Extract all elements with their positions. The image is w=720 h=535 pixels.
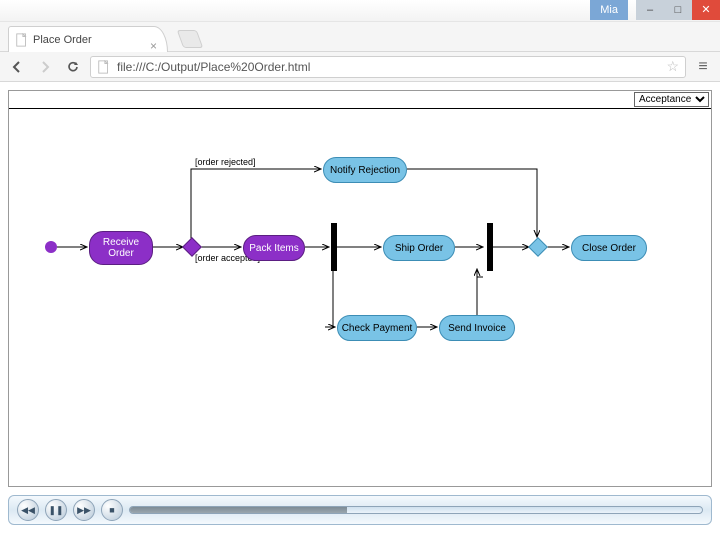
forward-button[interactable] — [34, 56, 56, 78]
page-frame: Acceptance — [8, 90, 712, 487]
arrow-right-icon — [38, 60, 52, 74]
rewind-button[interactable]: ◀◀ — [17, 499, 39, 521]
browser-menu-button[interactable]: ≡ — [692, 56, 714, 78]
browser-tab[interactable]: Place Order × — [8, 26, 168, 52]
node-receive-order[interactable]: Receive Order — [89, 231, 153, 265]
diagram-canvas: [order rejected] [order accepted] Receiv… — [9, 109, 711, 486]
progress-fill — [130, 507, 347, 513]
node-check-payment[interactable]: Check Payment — [337, 315, 417, 341]
diagram-header: Acceptance — [9, 91, 711, 109]
tab-strip: Place Order × — [0, 22, 720, 52]
bookmark-star-icon[interactable]: ☆ — [666, 58, 679, 75]
window-close-button[interactable]: ✕ — [692, 0, 720, 20]
fork-bar — [331, 223, 337, 271]
playback-bar: ◀◀ ❚❚ ▶▶ ■ — [8, 495, 712, 525]
url-input[interactable]: file:///C:/Output/Place%20Order.html ☆ — [90, 56, 686, 78]
pause-button[interactable]: ❚❚ — [45, 499, 67, 521]
arrow-left-icon — [10, 60, 24, 74]
profile-badge[interactable]: Mia — [590, 0, 628, 20]
back-button[interactable] — [6, 56, 28, 78]
scenario-dropdown[interactable]: Acceptance — [634, 92, 709, 107]
window-minimize-button[interactable]: – — [636, 0, 664, 20]
reload-icon — [66, 60, 80, 74]
join-bar — [487, 223, 493, 271]
node-close-order[interactable]: Close Order — [571, 235, 647, 261]
url-text: file:///C:/Output/Place%20Order.html — [117, 60, 310, 74]
forward-button[interactable]: ▶▶ — [73, 499, 95, 521]
progress-track[interactable] — [129, 506, 703, 514]
new-tab-button[interactable] — [177, 30, 204, 48]
window-titlebar: Mia – □ ✕ — [0, 0, 720, 22]
node-notify-rejection[interactable]: Notify Rejection — [323, 157, 407, 183]
window-maximize-button[interactable]: □ — [664, 0, 692, 20]
node-send-invoice[interactable]: Send Invoice — [439, 315, 515, 341]
node-pack-items[interactable]: Pack Items — [243, 235, 305, 261]
reload-button[interactable] — [62, 56, 84, 78]
initial-node — [45, 241, 57, 253]
stop-button[interactable]: ■ — [101, 499, 123, 521]
address-bar: file:///C:/Output/Place%20Order.html ☆ ≡ — [0, 52, 720, 82]
tab-title: Place Order — [33, 34, 92, 46]
page-favicon-icon — [15, 33, 29, 47]
guard-rejected: [order rejected] — [195, 157, 256, 167]
file-icon — [97, 60, 111, 74]
node-ship-order[interactable]: Ship Order — [383, 235, 455, 261]
